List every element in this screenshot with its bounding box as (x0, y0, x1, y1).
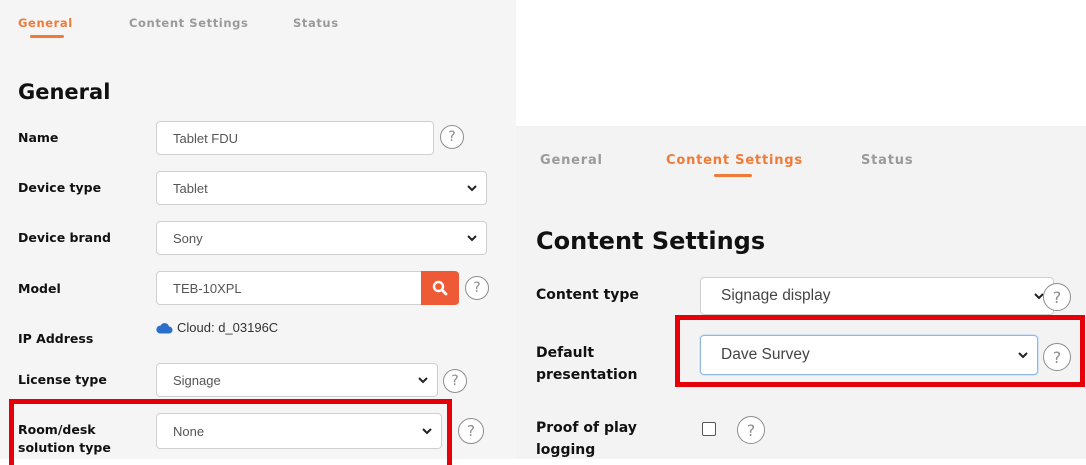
proof-of-play-checkbox[interactable] (702, 422, 716, 436)
tab-general[interactable]: General (18, 16, 73, 30)
highlight-box-room-desk (9, 399, 452, 465)
proof-of-play-logging-label: Proof of play logging (536, 417, 637, 461)
question-circle-icon[interactable]: ? (443, 369, 467, 393)
tab-content-settings[interactable]: Content Settings (666, 153, 803, 168)
chevron-down-icon (467, 235, 477, 242)
tab-content-settings[interactable]: Content Settings (129, 16, 248, 30)
ip-address-label: IP Address (18, 331, 94, 346)
question-circle-icon[interactable]: ? (458, 418, 484, 444)
proof-of-play-label-line1: Proof of play (536, 420, 637, 436)
active-tab-indicator (714, 174, 752, 177)
section-heading: Content Settings (536, 227, 766, 255)
section-heading: General (18, 80, 111, 104)
content-type-label: Content type (536, 287, 639, 303)
question-circle-icon[interactable]: ? (1043, 283, 1071, 311)
default-presentation-label-line2: presentation (536, 367, 638, 383)
name-label: Name (18, 130, 59, 145)
default-presentation-label-line1: Default (536, 345, 595, 361)
magnifier-icon (432, 280, 448, 296)
cloud-icon (156, 322, 173, 333)
tab-status[interactable]: Status (861, 153, 913, 168)
device-brand-value: Sony (173, 230, 203, 246)
default-presentation-label: Default presentation (536, 342, 637, 386)
general-settings-panel: General Content Settings Status General … (0, 0, 516, 465)
name-value: Tablet FDU (173, 130, 239, 146)
question-circle-icon[interactable]: ? (465, 276, 489, 300)
device-brand-select[interactable]: Sony (156, 221, 487, 255)
name-input[interactable]: Tablet FDU (156, 121, 434, 155)
content-settings-panel: General Content Settings Status Content … (516, 126, 1086, 459)
license-type-label: License type (18, 372, 107, 387)
chevron-down-icon (418, 377, 428, 384)
highlight-box-default-presentation (675, 315, 1085, 387)
ip-address-value: Cloud: d_03196C (156, 320, 278, 335)
model-value: TEB-10XPL (173, 280, 242, 296)
ip-address-text: Cloud: d_03196C (177, 320, 279, 335)
model-search-button[interactable] (421, 271, 459, 305)
content-type-value: Signage display (721, 287, 831, 304)
license-type-select[interactable]: Signage (156, 363, 438, 397)
proof-of-play-label-line2: logging (536, 442, 596, 458)
question-circle-icon[interactable]: ? (440, 125, 464, 149)
device-type-value: Tablet (173, 180, 208, 196)
model-label: Model (18, 281, 61, 296)
device-type-select[interactable]: Tablet (156, 171, 487, 205)
active-tab-indicator (30, 35, 64, 38)
chevron-down-icon (467, 185, 477, 192)
content-type-select[interactable]: Signage display (700, 277, 1054, 315)
device-type-label: Device type (18, 180, 102, 195)
device-brand-label: Device brand (18, 230, 111, 245)
tab-general[interactable]: General (540, 153, 603, 168)
model-input[interactable]: TEB-10XPL (156, 271, 422, 305)
license-type-value: Signage (173, 372, 221, 388)
tab-status[interactable]: Status (293, 16, 339, 30)
question-circle-icon[interactable]: ? (737, 416, 765, 444)
